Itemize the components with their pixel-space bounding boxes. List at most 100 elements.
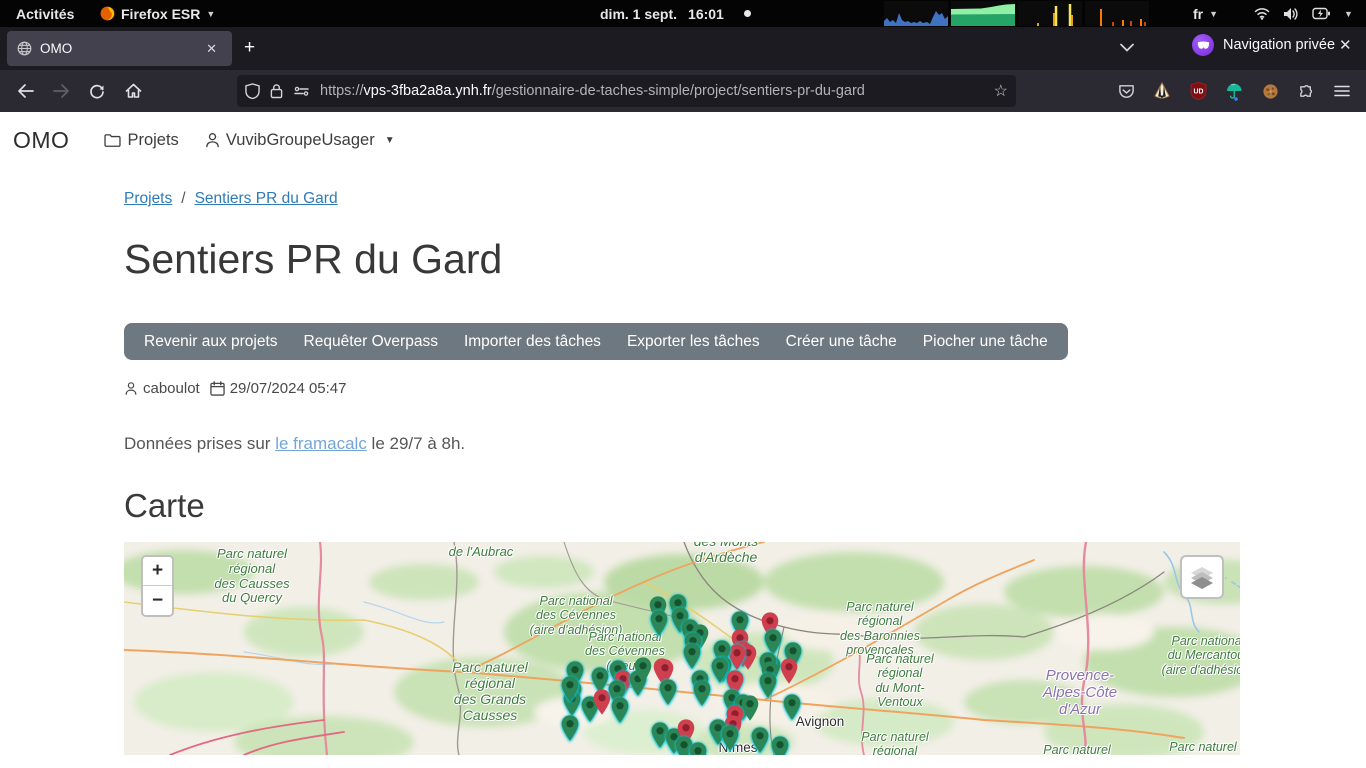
map-marker-green[interactable] bbox=[693, 680, 712, 707]
keyboard-layout-button[interactable]: fr ▼ bbox=[1193, 0, 1218, 27]
system-status-area[interactable]: ▼ bbox=[1254, 0, 1353, 27]
map-marker-green[interactable] bbox=[561, 676, 580, 703]
firefox-logo-icon bbox=[100, 6, 115, 21]
forward-button[interactable] bbox=[45, 75, 77, 107]
keyboard-layout-label: fr bbox=[1193, 6, 1203, 22]
url-path: /gestionnaire-de-taches-simple/project/s… bbox=[492, 83, 865, 99]
author-name: caboulot bbox=[143, 380, 200, 397]
clock-time: 16:01 bbox=[688, 6, 724, 22]
umbrella-extension-icon[interactable] bbox=[1218, 75, 1250, 107]
firefox-tab-bar: OMO ✕ + Navigation privée ✕ bbox=[0, 27, 1366, 70]
tab-close-button[interactable]: ✕ bbox=[201, 39, 222, 59]
web-page: OMO Projets VuvibGroupeUsager ▼ Projets /… bbox=[0, 112, 1366, 768]
park-label: Provence-Alpes-Côted'Azur bbox=[1043, 667, 1117, 718]
url-bar[interactable]: https://vps-3fba2a8a.ynh.fr/gestionnaire… bbox=[237, 75, 1016, 107]
map-marker-green[interactable] bbox=[721, 725, 740, 752]
nav-projets[interactable]: Projets bbox=[104, 131, 178, 150]
list-all-tabs-button[interactable] bbox=[1120, 39, 1134, 57]
clock-button[interactable]: dim. 1 sept. 16:01 bbox=[600, 0, 751, 27]
home-button[interactable] bbox=[117, 75, 149, 107]
system-monitor-applet[interactable] bbox=[884, 1, 1149, 26]
action-button-importer-des-taches[interactable]: Importer des tâches bbox=[451, 323, 614, 360]
data-note: Données prises sur le framacalc le 29/7 … bbox=[124, 434, 1240, 454]
network-in-graph bbox=[1018, 1, 1082, 26]
battery-charging-icon bbox=[1312, 7, 1331, 20]
breadcrumb-separator: / bbox=[181, 190, 185, 207]
folder-icon bbox=[104, 133, 121, 147]
lock-icon[interactable] bbox=[270, 83, 283, 99]
note-suffix: le 29/7 à 8h. bbox=[367, 434, 465, 453]
breadcrumb-current-link[interactable]: Sentiers PR du Gard bbox=[195, 190, 338, 207]
activities-button[interactable]: Activités bbox=[16, 0, 74, 27]
map-layers-button[interactable] bbox=[1180, 555, 1224, 599]
reload-button[interactable] bbox=[81, 75, 113, 107]
action-button-piocher-une-tache[interactable]: Piocher une tâche bbox=[910, 323, 1061, 360]
window-close-button[interactable]: ✕ bbox=[1339, 36, 1352, 54]
gnome-top-bar: Activités Firefox ESR ▼ dim. 1 sept. 16:… bbox=[0, 0, 1366, 27]
park-label: Parc nationaldu Mercantour(aire d'adhési… bbox=[1162, 634, 1240, 677]
nav-user-menu[interactable]: VuvibGroupeUsager ▼ bbox=[205, 131, 395, 150]
action-button-creer-une-tache[interactable]: Créer une tâche bbox=[773, 323, 910, 360]
cookie-extension-icon[interactable] bbox=[1254, 75, 1286, 107]
private-browsing-badge: Navigation privée bbox=[1192, 34, 1335, 56]
app-menu-button[interactable]: Firefox ESR ▼ bbox=[100, 0, 215, 27]
map-marker-green[interactable] bbox=[659, 679, 678, 706]
action-button-revenir-aux-projets[interactable]: Revenir aux projets bbox=[131, 323, 291, 360]
network-out-graph bbox=[1085, 1, 1149, 26]
clock-date: dim. 1 sept. bbox=[600, 6, 677, 22]
leaflet-map[interactable]: Parc naturelrégionaldes Caussesdu Quercy… bbox=[124, 542, 1240, 755]
menu-hamburger-icon[interactable] bbox=[1326, 75, 1358, 107]
project-meta: caboulot 29/07/2024 05:47 bbox=[124, 380, 1240, 397]
new-tab-button[interactable]: + bbox=[244, 38, 255, 57]
map-marker-green[interactable] bbox=[771, 736, 790, 755]
park-label: Parc naturelrégionaldu Mont-Ventoux bbox=[866, 652, 933, 709]
page-title: Sentiers PR du Gard bbox=[124, 236, 1240, 283]
wifi-icon bbox=[1254, 7, 1270, 20]
zoom-out-button[interactable]: − bbox=[143, 586, 172, 615]
url-text[interactable]: https://vps-3fba2a8a.ynh.fr/gestionnaire… bbox=[320, 83, 986, 99]
map-heading: Carte bbox=[124, 487, 1240, 525]
activities-label: Activités bbox=[16, 6, 74, 22]
cpu-graph bbox=[884, 1, 948, 26]
map-marker-green[interactable] bbox=[783, 694, 802, 721]
map-marker-red[interactable] bbox=[780, 658, 799, 685]
map-marker-green[interactable] bbox=[751, 727, 770, 754]
keyboard-layout-caret-icon: ▼ bbox=[1209, 9, 1218, 19]
tracking-protection-shield-icon[interactable] bbox=[245, 83, 260, 99]
action-button-exporter-les-taches[interactable]: Exporter les tâches bbox=[614, 323, 773, 360]
site-permissions-icon[interactable] bbox=[293, 85, 310, 97]
back-button[interactable] bbox=[9, 75, 41, 107]
site-navbar: OMO Projets VuvibGroupeUsager ▼ bbox=[0, 112, 1366, 168]
map-marker-green[interactable] bbox=[759, 672, 778, 699]
ublock-ud-shield-icon[interactable]: UD bbox=[1182, 75, 1214, 107]
map-zoom-control: + − bbox=[141, 555, 174, 617]
privacy-badger-icon[interactable] bbox=[1146, 75, 1178, 107]
park-label: Parc naturelrégionaldes Baronniesprovenç… bbox=[840, 600, 920, 657]
bookmark-star-icon[interactable]: ☆ bbox=[994, 81, 1008, 101]
pocket-icon[interactable] bbox=[1110, 75, 1142, 107]
park-label: des Montsd'Ardèche bbox=[694, 542, 759, 566]
private-badge-label: Navigation privée bbox=[1223, 37, 1335, 53]
map-marker-green[interactable] bbox=[683, 643, 702, 670]
actions-toolbar: Revenir aux projetsRequêter OverpassImpo… bbox=[124, 323, 1068, 360]
brand-omo[interactable]: OMO bbox=[13, 127, 69, 154]
tab-title: OMO bbox=[40, 41, 201, 56]
extensions-puzzle-icon[interactable] bbox=[1290, 75, 1322, 107]
map-marker-green[interactable] bbox=[611, 697, 630, 724]
system-menu-caret-icon: ▼ bbox=[1344, 9, 1353, 19]
nav-projets-label: Projets bbox=[127, 131, 178, 150]
map-marker-green[interactable] bbox=[650, 610, 669, 637]
tab-omo[interactable]: OMO ✕ bbox=[7, 31, 232, 66]
zoom-in-button[interactable]: + bbox=[143, 557, 172, 586]
framacalc-link[interactable]: le framacalc bbox=[275, 434, 367, 453]
map-marker-green[interactable] bbox=[689, 742, 708, 755]
breadcrumb-projets-link[interactable]: Projets bbox=[124, 190, 172, 207]
extension-buttons: UD bbox=[1110, 75, 1358, 107]
private-mask-icon bbox=[1192, 34, 1214, 56]
memory-graph bbox=[951, 1, 1015, 26]
map-marker-green[interactable] bbox=[634, 657, 653, 684]
park-label: Parc naturelrégionaldes GrandsCausses bbox=[452, 660, 527, 724]
map-marker-green[interactable] bbox=[561, 715, 580, 742]
note-prefix: Données prises sur bbox=[124, 434, 275, 453]
action-button-requeter-overpass[interactable]: Requêter Overpass bbox=[291, 323, 451, 360]
